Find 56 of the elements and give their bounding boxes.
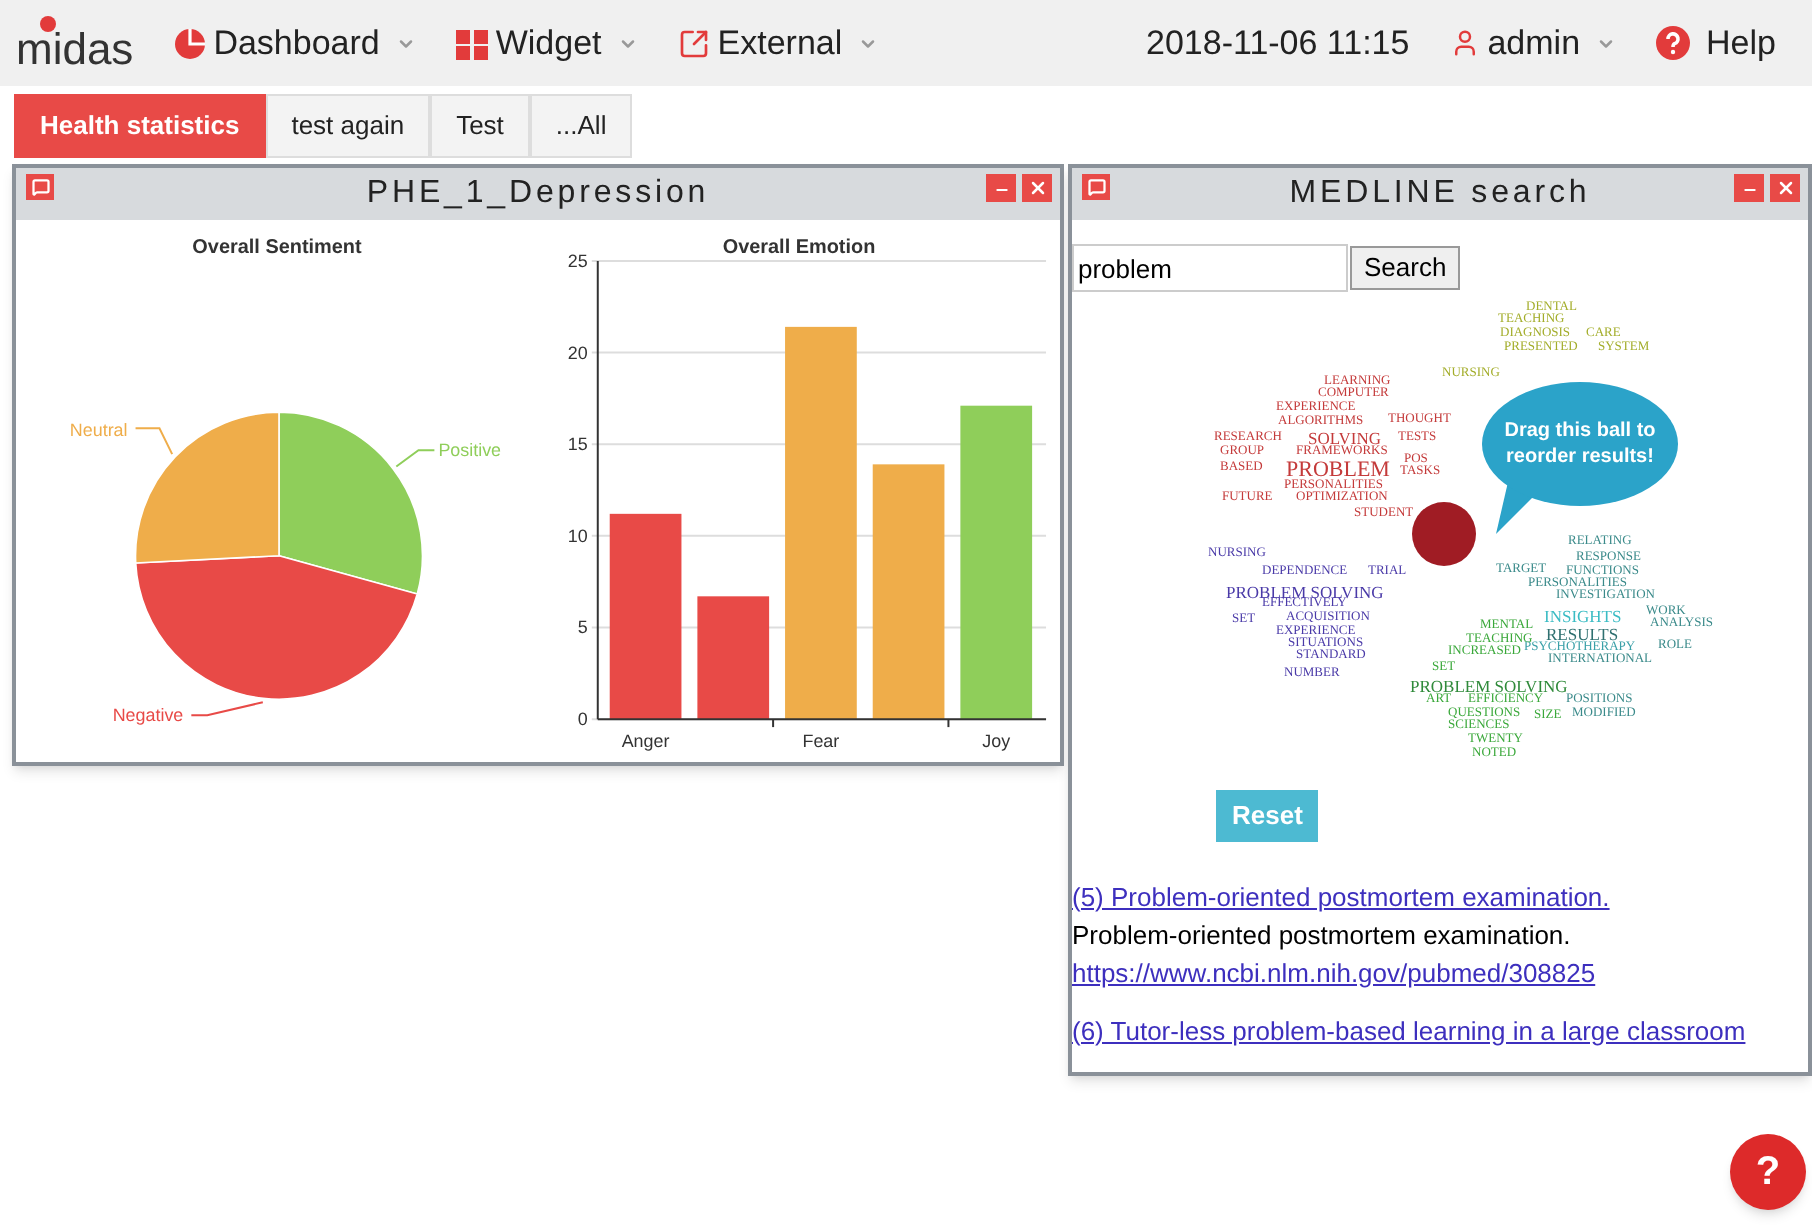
axis-tick-label: 25 — [567, 250, 588, 271]
user-menu[interactable]: admin — [1449, 17, 1617, 69]
chat-icon[interactable] — [26, 174, 54, 200]
category-label: Joy — [982, 731, 1011, 751]
nav-menu[interactable]: Dashboard — [173, 17, 416, 69]
chat-icon[interactable] — [1082, 174, 1110, 200]
axis-tick-label: 0 — [577, 709, 588, 730]
close-icon — [1027, 178, 1047, 198]
leader-line — [134, 427, 174, 456]
help-button[interactable]: ? — [1730, 1134, 1806, 1210]
category-label: Anger — [621, 731, 670, 751]
tab[interactable]: Test — [430, 94, 530, 158]
cloud-word: PROBLEM — [1286, 460, 1390, 482]
tooltip-text: Drag this ball to reorder results! — [1502, 418, 1658, 470]
nav-menu[interactable]: Widget — [455, 17, 638, 69]
external-link-icon — [677, 27, 710, 59]
logo[interactable]: midas — [16, 27, 134, 71]
leader-line — [190, 701, 264, 717]
result-title-link[interactable]: (6) Tutor-less problem-based learning in a large classroom — [1072, 1011, 1808, 1050]
leader-line — [395, 449, 436, 468]
help-link[interactable]: Help — [1656, 17, 1776, 69]
chart-title: Overall Sentiment — [192, 236, 362, 259]
window-title: PHE_1_Depression — [366, 174, 710, 214]
user-icon — [1449, 28, 1480, 58]
close-icon — [1775, 178, 1795, 198]
category-label: Fear — [802, 731, 840, 751]
cloud-word: INSIGHTS — [1544, 608, 1622, 625]
axis-tick-label: 15 — [567, 434, 588, 455]
result-url-link[interactable]: https://www.ncbi.nlm.nih.gov/pubmed/308825 — [1072, 953, 1808, 992]
minimize-button[interactable] — [986, 174, 1016, 202]
close-button[interactable] — [1022, 174, 1052, 202]
axis-tick-label: 5 — [577, 617, 588, 638]
minimize-button[interactable] — [1734, 174, 1764, 202]
widget-icon — [455, 27, 488, 59]
search-button[interactable]: Search — [1350, 246, 1461, 290]
nav-menu[interactable]: External — [677, 17, 879, 69]
pie-chart-icon — [173, 27, 206, 59]
axis-tick-label: 20 — [567, 342, 588, 363]
tab[interactable]: Health statistics — [14, 94, 266, 158]
tab[interactable]: test again — [265, 94, 431, 158]
window-title: MEDLINE search — [1289, 174, 1591, 214]
slice-label: Positive — [438, 440, 502, 461]
cloud-word: RESULTS — [1546, 626, 1619, 643]
search-field[interactable]: problem — [1072, 244, 1348, 292]
chart-title: Overall Emotion — [722, 236, 876, 259]
slice-label: Negative — [112, 705, 184, 726]
datetime: 2018-11-06 11:15 — [1146, 21, 1410, 66]
result-summary: Problem-oriented postmortem examination. — [1072, 917, 1573, 954]
cloud-word: PROBLEM SOLVING — [1410, 678, 1568, 695]
tab[interactable]: ...All — [529, 94, 633, 158]
close-button[interactable] — [1770, 174, 1800, 202]
cloud-word: SOLVING — [1308, 430, 1382, 447]
slice-label: Neutral — [69, 420, 128, 441]
result-title-link[interactable]: (5) Problem-oriented postmortem examination. — [1072, 877, 1808, 916]
help-icon — [1656, 26, 1691, 60]
axis-tick-label: 10 — [567, 525, 588, 546]
